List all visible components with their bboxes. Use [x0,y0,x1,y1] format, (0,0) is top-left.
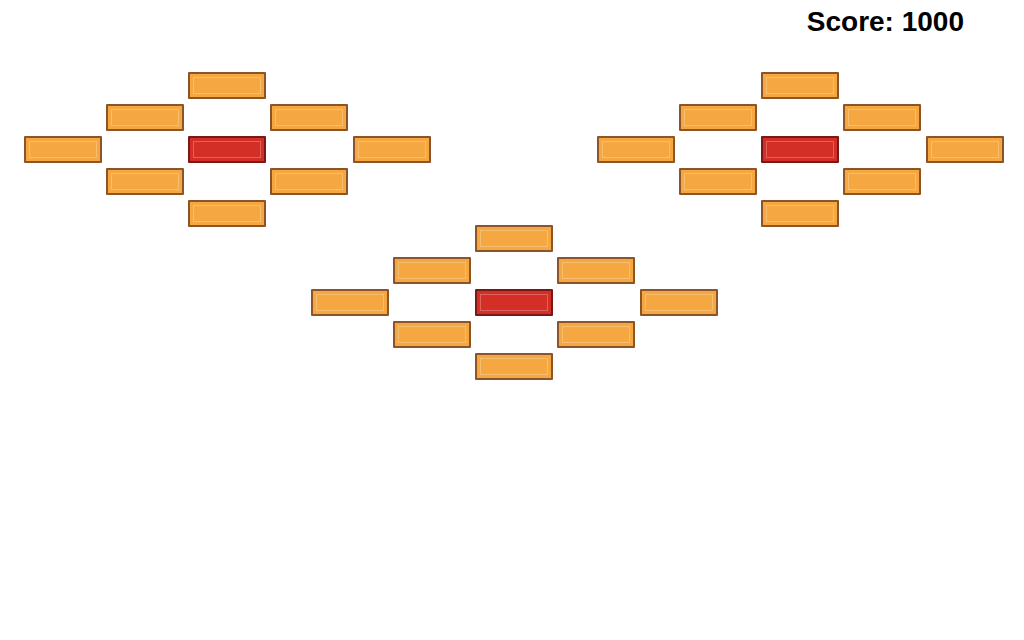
brick [106,104,184,131]
brick [393,257,471,284]
brick [106,168,184,195]
brick [270,104,348,131]
brick [679,104,757,131]
brick [843,168,921,195]
score-label: Score: 1000 [807,4,964,40]
brick [353,136,431,163]
game-field [0,0,1024,640]
brick [557,257,635,284]
brick [311,289,389,316]
brick [679,168,757,195]
brick [475,353,553,380]
brick [188,72,266,99]
brick [393,321,471,348]
brick [475,289,553,316]
brick [761,200,839,227]
brick [270,168,348,195]
brick [761,72,839,99]
brick [597,136,675,163]
brick [761,136,839,163]
brick [557,321,635,348]
brick [188,136,266,163]
brick [640,289,718,316]
brick [843,104,921,131]
brick [475,225,553,252]
brick [188,200,266,227]
brick [926,136,1004,163]
brick [24,136,102,163]
